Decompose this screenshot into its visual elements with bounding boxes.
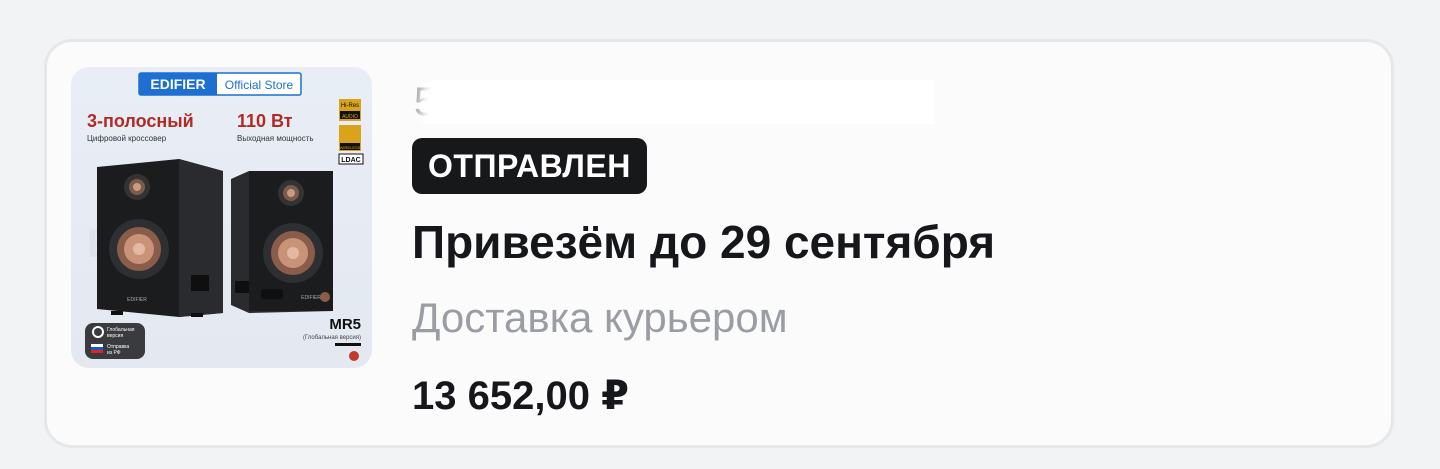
- product-image: EDIFIER Official Store 3-полосный Цифров…: [85, 72, 364, 361]
- right-speaker: EDIFIER: [231, 171, 333, 313]
- svg-text:из РФ: из РФ: [107, 350, 121, 356]
- ldac-badge: LDAC: [338, 153, 364, 165]
- delivery-method: Доставка курьером: [412, 294, 788, 341]
- feature2-sub: Выходная мощность: [237, 134, 314, 143]
- order-card[interactable]: EDIFIER Official Store 3-полосный Цифров…: [44, 39, 1394, 448]
- svg-text:Hi-Res: Hi-Res: [341, 103, 359, 109]
- order-price: 13 652,00 ₽: [412, 374, 629, 418]
- status-badge: ОТПРАВЛЕН: [412, 138, 647, 194]
- left-speaker: EDIFIER: [97, 159, 223, 317]
- hires-badge: Hi-Res AUDIO: [339, 99, 361, 121]
- svg-text:LDAC: LDAC: [341, 157, 360, 164]
- model-label: MR5: [329, 316, 361, 333]
- store-label: Official Store: [225, 78, 294, 92]
- feature1-title: 3-полосный: [87, 111, 194, 131]
- delivery-date: Привезём до 29 сентября: [412, 216, 996, 268]
- global-version-badge: Глобальная версия Отправка из РФ: [85, 323, 145, 359]
- brand-label: EDIFIER: [150, 76, 205, 92]
- seal-icon: [349, 351, 359, 361]
- svg-text:EDIFIER: EDIFIER: [301, 295, 321, 301]
- svg-text:EDIFIER: EDIFIER: [127, 297, 147, 303]
- model-sub: (Глобальная версия): [303, 335, 361, 341]
- svg-text:AUDIO: AUDIO: [342, 114, 358, 120]
- hires-wireless-badge: WIRELESS: [339, 125, 361, 151]
- svg-text:версия: версия: [107, 333, 123, 339]
- svg-text:WIRELESS: WIRELESS: [340, 145, 361, 150]
- redaction-mask: [428, 80, 934, 124]
- order-info: 5 ОТПРАВЛЕН Привезём до 29 сентября Дост…: [412, 42, 1371, 445]
- product-thumbnail[interactable]: EDIFIER Official Store 3-полосный Цифров…: [71, 67, 372, 368]
- feature2-title: 110 Вт: [237, 111, 293, 131]
- order-number: 5: [414, 80, 934, 124]
- feature1-sub: Цифровой кроссовер: [87, 134, 167, 143]
